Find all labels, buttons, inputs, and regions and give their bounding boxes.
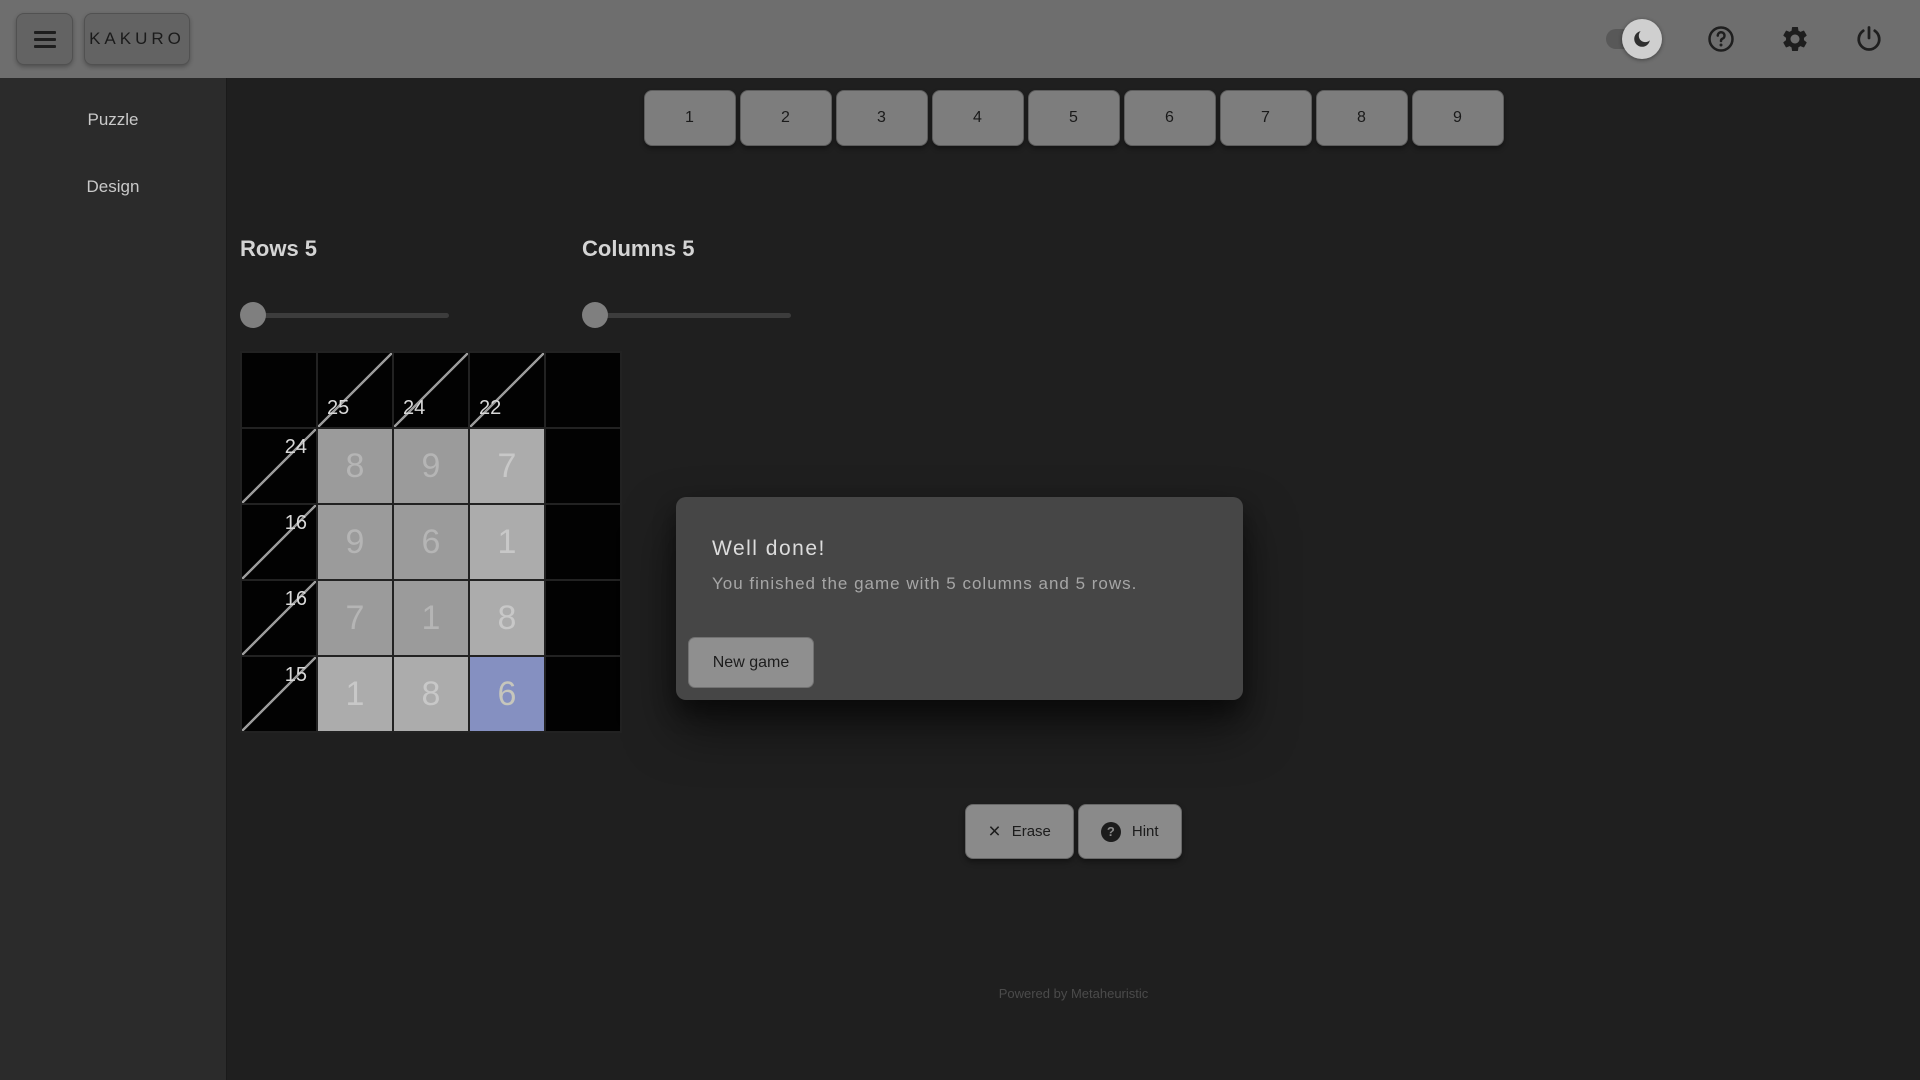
- grid-value-cell[interactable]: 1: [470, 505, 544, 579]
- rows-slider-thumb[interactable]: [240, 302, 266, 328]
- grid-value-cell[interactable]: 6: [394, 505, 468, 579]
- hamburger-icon: [34, 31, 56, 48]
- grid-black-cell: [242, 353, 316, 427]
- erase-button[interactable]: × Erase: [965, 804, 1073, 859]
- brand-button[interactable]: KAKURO: [84, 13, 190, 65]
- grid-black-cell: [546, 657, 620, 731]
- number-button[interactable]: 3: [836, 90, 928, 146]
- grid-value-cell[interactable]: 9: [394, 429, 468, 503]
- clue-down-sum: 22: [479, 397, 501, 420]
- number-button[interactable]: 7: [1220, 90, 1312, 146]
- clue-down-sum: 25: [327, 397, 349, 420]
- help-button[interactable]: [1706, 24, 1736, 54]
- rows-label: Rows 5: [240, 236, 317, 262]
- dialog-message: You finished the game with 5 columns and…: [712, 574, 1137, 594]
- dark-mode-toggle[interactable]: [1606, 19, 1662, 59]
- grid-value-cell[interactable]: 8: [394, 657, 468, 731]
- moon-icon: [1631, 28, 1653, 50]
- grid-black-cell: [546, 581, 620, 655]
- clue-right-sum: 24: [285, 436, 307, 459]
- grid-clue-cell: 24: [394, 353, 468, 427]
- clue-down-sum: 24: [403, 397, 425, 420]
- clue-right-sum: 16: [285, 512, 307, 535]
- number-button[interactable]: 5: [1028, 90, 1120, 146]
- action-buttons: × Erase ? Hint: [227, 804, 1920, 859]
- sidebar-item[interactable]: Design: [0, 159, 226, 215]
- hint-label: Hint: [1132, 823, 1159, 840]
- grid-selected-cell[interactable]: 6: [470, 657, 544, 731]
- number-pad: 1 2 3 4 5 6 7 8 9: [227, 90, 1920, 146]
- number-button[interactable]: 1: [644, 90, 736, 146]
- number-button[interactable]: 2: [740, 90, 832, 146]
- app: KAKURO: [0, 0, 1920, 1080]
- number-button[interactable]: 8: [1316, 90, 1408, 146]
- grid-clue-cell: 16: [242, 505, 316, 579]
- number-button[interactable]: 4: [932, 90, 1024, 146]
- settings-button[interactable]: [1780, 24, 1810, 54]
- columns-label: Columns 5: [582, 236, 694, 262]
- rows-slider-track[interactable]: [246, 313, 449, 318]
- grid-clue-cell: 25: [318, 353, 392, 427]
- erase-label: Erase: [1012, 823, 1051, 840]
- gear-icon: [1780, 24, 1810, 54]
- toggle-thumb: [1622, 19, 1662, 59]
- hint-icon: ?: [1101, 822, 1121, 842]
- hint-button[interactable]: ? Hint: [1078, 804, 1182, 859]
- power-icon: [1854, 24, 1884, 54]
- columns-slider-track[interactable]: [588, 313, 791, 318]
- number-button[interactable]: 9: [1412, 90, 1504, 146]
- win-dialog: Well done! You finished the game with 5 …: [676, 497, 1243, 700]
- grid-value-cell[interactable]: 7: [470, 429, 544, 503]
- dialog-title: Well done!: [712, 537, 826, 561]
- grid-clue-cell: 22: [470, 353, 544, 427]
- help-icon: [1706, 24, 1736, 54]
- grid-value-cell[interactable]: 8: [318, 429, 392, 503]
- grid-black-cell: [546, 429, 620, 503]
- clue-right-sum: 16: [285, 588, 307, 611]
- kakuro-grid: 25242224897169611671815186: [240, 351, 622, 733]
- columns-slider-thumb[interactable]: [582, 302, 608, 328]
- topbar-actions: [1606, 0, 1920, 78]
- grid-clue-cell: 24: [242, 429, 316, 503]
- topbar: KAKURO: [0, 0, 1920, 78]
- grid-clue-cell: 15: [242, 657, 316, 731]
- erase-icon: ×: [988, 821, 1000, 842]
- grid-value-cell[interactable]: 8: [470, 581, 544, 655]
- grid-value-cell[interactable]: 1: [318, 657, 392, 731]
- grid-value-cell[interactable]: 7: [318, 581, 392, 655]
- grid-clue-cell: 16: [242, 581, 316, 655]
- sidebar-item[interactable]: Puzzle: [0, 92, 226, 148]
- grid-value-cell[interactable]: 9: [318, 505, 392, 579]
- grid-black-cell: [546, 353, 620, 427]
- grid-value-cell[interactable]: 1: [394, 581, 468, 655]
- number-button[interactable]: 6: [1124, 90, 1216, 146]
- menu-button[interactable]: [16, 13, 73, 65]
- grid-black-cell: [546, 505, 620, 579]
- columns-slider[interactable]: [582, 302, 798, 328]
- sidebar: Puzzle Design: [0, 78, 227, 1080]
- new-game-button[interactable]: New game: [688, 637, 814, 688]
- power-button[interactable]: [1854, 24, 1884, 54]
- footer-credit: Powered by Metaheuristic: [227, 986, 1920, 1001]
- rows-slider[interactable]: [240, 302, 456, 328]
- clue-right-sum: 15: [285, 664, 307, 687]
